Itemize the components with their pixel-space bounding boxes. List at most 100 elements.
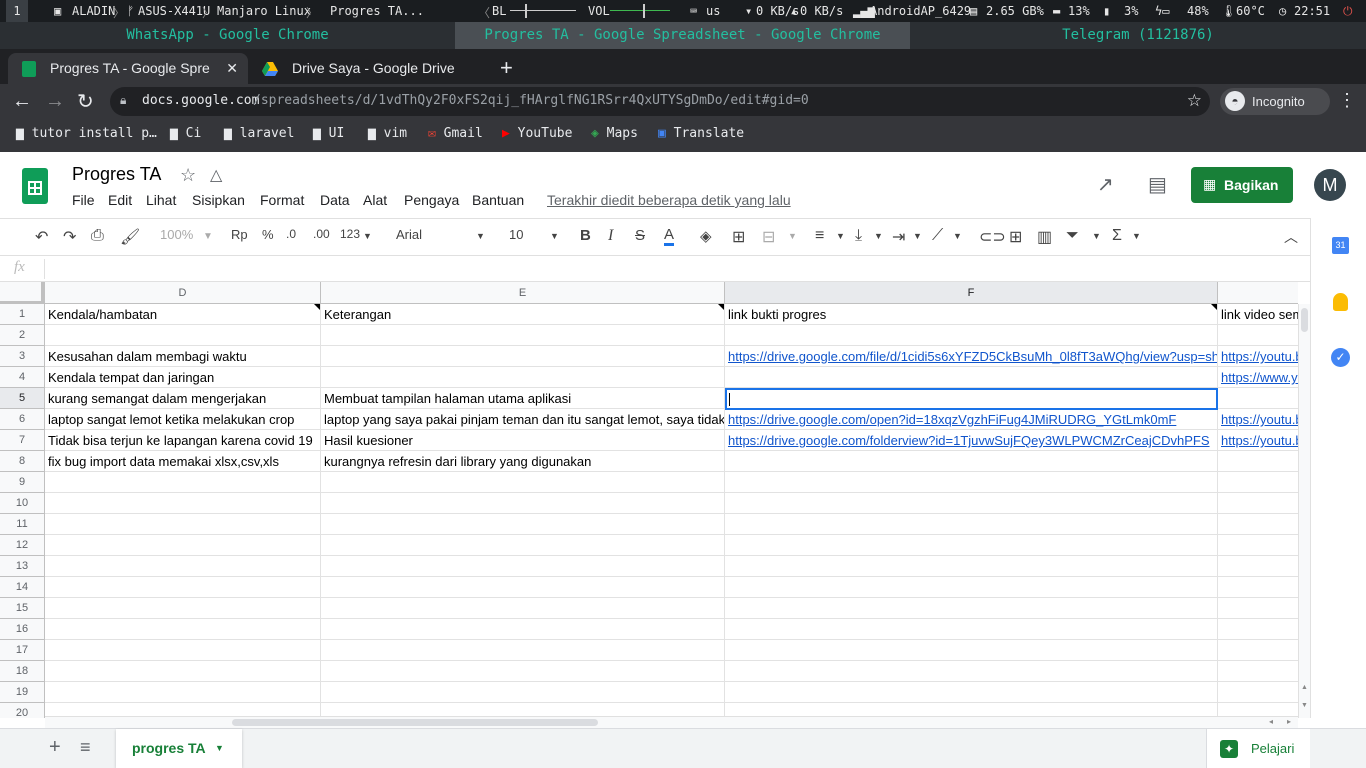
chevron-down-icon[interactable]: ▼ <box>215 743 224 753</box>
last-edit-link[interactable]: Terakhir diedit beberapa detik yang lalu <box>547 192 791 208</box>
insert-chart-icon[interactable]: ▥ <box>1037 227 1052 247</box>
grid-cell[interactable] <box>1218 535 1298 556</box>
grid-cell[interactable] <box>1218 598 1298 619</box>
italic-button[interactable]: I <box>608 227 613 245</box>
row-header[interactable]: 16 <box>0 619 45 640</box>
row-header[interactable]: 11 <box>0 514 45 535</box>
column-header-f[interactable]: F <box>725 282 1218 304</box>
incognito-badge[interactable]: ◓ Incognito <box>1220 88 1330 115</box>
grid-cell[interactable] <box>1218 514 1298 535</box>
bookmark-gmail[interactable]: ✉ Gmail <box>428 126 483 141</box>
grid-cell[interactable] <box>725 556 1218 577</box>
menu-insert[interactable]: Sisipkan <box>192 192 245 208</box>
drive-status-icon[interactable]: △ <box>210 165 222 185</box>
grid-cell[interactable] <box>45 577 321 598</box>
row-header[interactable]: 8 <box>0 451 45 472</box>
window-title-telegram[interactable]: Telegram (1121876) <box>910 22 1366 49</box>
grid-cell[interactable] <box>725 640 1218 661</box>
grid-cell[interactable] <box>321 493 725 514</box>
menu-data[interactable]: Data <box>320 192 350 208</box>
row-header[interactable]: 14 <box>0 577 45 598</box>
menu-tools[interactable]: Alat <box>363 192 387 208</box>
grid-cell[interactable] <box>45 661 321 682</box>
bookmark-star-icon[interactable]: ☆ <box>1187 91 1202 111</box>
grid-cell[interactable] <box>725 598 1218 619</box>
grid-cell[interactable] <box>45 556 321 577</box>
grid-cell[interactable] <box>45 535 321 556</box>
close-tab-icon[interactable]: ✕ <box>226 53 238 84</box>
brightness-slider-handle[interactable] <box>525 4 527 18</box>
menu-edit[interactable]: Edit <box>108 192 132 208</box>
menu-view[interactable]: Lihat <box>146 192 176 208</box>
grid-cell[interactable] <box>45 640 321 661</box>
back-icon[interactable]: ← <box>12 90 32 113</box>
grid-cell[interactable] <box>1218 619 1298 640</box>
grid-cell[interactable] <box>1218 451 1298 472</box>
redo-icon[interactable]: ↷ <box>63 227 76 247</box>
text-wrap-icon[interactable]: ⇥ <box>892 227 905 247</box>
row-header[interactable]: 4 <box>0 367 45 388</box>
grid-cell[interactable]: link bukti progres <box>725 304 1218 325</box>
browser-menu-icon[interactable]: ⋮ <box>1338 90 1356 111</box>
bookmark-maps[interactable]: ◈ Maps <box>591 126 638 141</box>
grid-cell[interactable]: Membuat tampilan halaman utama aplikasi <box>321 388 725 409</box>
new-tab-button[interactable]: + <box>500 55 513 81</box>
row-header[interactable]: 17 <box>0 640 45 661</box>
row-header[interactable]: 18 <box>0 661 45 682</box>
grid-cell[interactable] <box>725 682 1218 703</box>
fill-color-icon[interactable]: ◈ <box>700 227 712 245</box>
grid-cell[interactable] <box>725 661 1218 682</box>
horizontal-scroll-thumb[interactable] <box>232 719 598 726</box>
volume-slider-handle[interactable] <box>643 4 645 18</box>
grid-cell[interactable]: Kendala tempat dan jaringan <box>45 367 321 388</box>
activity-trend-icon[interactable]: ↗ <box>1097 172 1114 197</box>
bold-button[interactable]: B <box>580 227 591 244</box>
grid-cell[interactable]: laptop yang saya pakai pinjam teman dan … <box>321 409 725 430</box>
grid-cell[interactable]: kurangnya refresin dari library yang dig… <box>321 451 725 472</box>
grid-cell[interactable]: https://drive.google.com/folderview?id=1… <box>725 430 1218 451</box>
grid-cell[interactable] <box>1218 640 1298 661</box>
increase-decimal-button[interactable]: .00 <box>313 227 330 241</box>
borders-icon[interactable]: ⊞ <box>732 227 745 247</box>
grid-cell[interactable] <box>1218 682 1298 703</box>
row-header[interactable]: 13 <box>0 556 45 577</box>
font-size-select[interactable]: 10 <box>509 227 523 242</box>
grid-cell[interactable] <box>321 577 725 598</box>
formula-input[interactable] <box>52 261 1252 277</box>
grid-cell[interactable]: https://youtu.b <box>1218 346 1298 367</box>
grid-cell[interactable] <box>725 535 1218 556</box>
grid-cell[interactable] <box>1218 577 1298 598</box>
collapse-menu-icon[interactable]: ︿ <box>1284 227 1298 247</box>
grid-cell[interactable] <box>725 577 1218 598</box>
keep-icon[interactable] <box>1333 293 1348 311</box>
grid-cell[interactable] <box>321 514 725 535</box>
undo-icon[interactable]: ↶ <box>35 227 48 247</box>
grid-cell[interactable] <box>725 493 1218 514</box>
share-button[interactable]: ▦ Bagikan <box>1191 167 1293 203</box>
insert-link-icon[interactable]: ⊂⊃ <box>979 227 1006 247</box>
tasks-icon[interactable]: ✓ <box>1331 348 1350 367</box>
scroll-up-icon[interactable]: ▲ <box>1301 684 1308 691</box>
grid-cell[interactable] <box>45 325 321 346</box>
grid-cell[interactable]: https://drive.google.com/open?id=18xqzVg… <box>725 409 1218 430</box>
merge-cells-icon[interactable]: ⊟ <box>762 227 775 247</box>
grid-cell[interactable] <box>321 472 725 493</box>
row-header[interactable]: 20 <box>0 703 45 718</box>
menu-file[interactable]: File <box>72 192 95 208</box>
scroll-right-icon[interactable]: ▸ <box>1287 717 1291 726</box>
bookmark-youtube[interactable]: ▶ YouTube <box>502 126 572 141</box>
vertical-scroll-thumb[interactable] <box>1301 308 1308 332</box>
grid-cell[interactable] <box>725 325 1218 346</box>
grid-cell[interactable] <box>321 556 725 577</box>
grid-cell[interactable]: https://youtu.b <box>1218 409 1298 430</box>
row-header[interactable]: 1 <box>0 304 45 325</box>
volume-slider[interactable] <box>610 10 670 11</box>
row-header[interactable]: 10 <box>0 493 45 514</box>
grid-cell[interactable] <box>1218 493 1298 514</box>
print-icon[interactable]: ⎙ <box>91 227 104 245</box>
grid-cell[interactable] <box>1218 472 1298 493</box>
grid-cell[interactable] <box>725 619 1218 640</box>
row-header[interactable]: 3 <box>0 346 45 367</box>
menu-format[interactable]: Format <box>260 192 304 208</box>
row-header[interactable]: 9 <box>0 472 45 493</box>
